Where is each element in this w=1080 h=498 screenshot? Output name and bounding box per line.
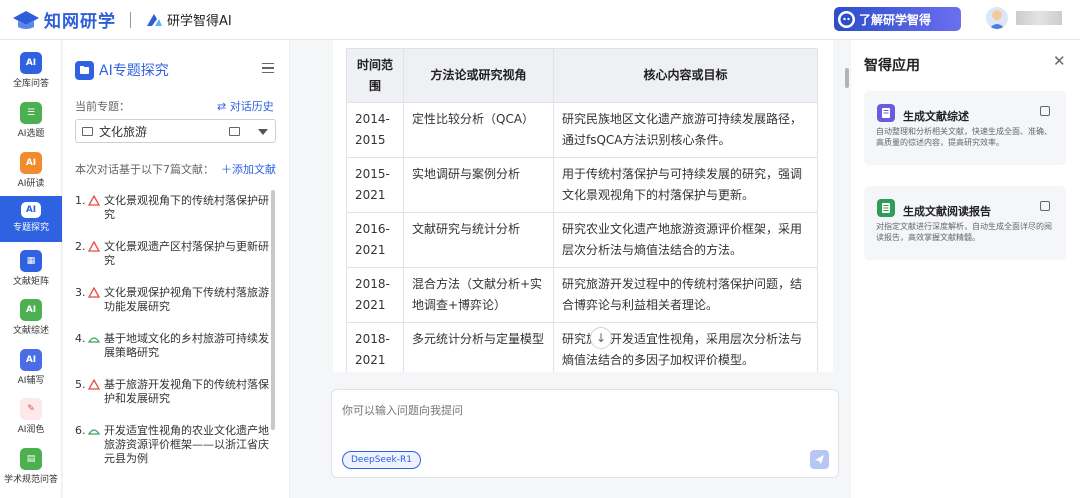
pdf-icon: [88, 241, 100, 252]
result-table: 时间范围 方法论或研究视角 核心内容或目标 2014-2015 定性比较分析（Q…: [346, 48, 818, 372]
main-content: 时间范围 方法论或研究视角 核心内容或目标 2014-2015 定性比较分析（Q…: [290, 40, 850, 498]
scrollbar[interactable]: [845, 68, 849, 88]
close-icon[interactable]: ✕: [1053, 52, 1066, 70]
report-icon: [877, 199, 895, 217]
list-item[interactable]: 5. 基于旅游开发视角下的传统村落保护和发展研究: [75, 378, 269, 406]
username-redacted: [1016, 11, 1062, 25]
document-icon: [877, 104, 895, 122]
edit-icon[interactable]: [1040, 201, 1050, 211]
nav-item-topic-explore[interactable]: AI 专题探究: [0, 196, 62, 242]
nav-item-reading[interactable]: AI AI研读: [0, 152, 62, 196]
pdf-icon: [88, 287, 100, 298]
robot-icon: [838, 10, 855, 28]
nav-item-ai-polish[interactable]: ✎ AI润色: [0, 398, 62, 442]
pdf-icon: [88, 379, 100, 390]
folder-icon: [75, 60, 94, 80]
topic-select[interactable]: 文化旅游: [75, 119, 276, 143]
topic-panel: AI专题探究 当前专题： ⇄ 对话历史 文化旅游 本次对话基于以下7篇文献： ＋…: [63, 40, 290, 498]
list-item[interactable]: 3. 文化景观保护视角下传统村落旅游功能发展研究: [75, 286, 269, 314]
grid-icon: ▦: [20, 250, 42, 272]
send-button[interactable]: [810, 450, 829, 469]
scroll-down-button[interactable]: ↓: [590, 327, 612, 349]
left-nav: AI 全库问答 ☰ AI选题 AI AI研读 AI 专题探究 ▦ 文献矩阵 AI…: [0, 40, 62, 498]
app-title: 生成文献综述: [903, 110, 969, 123]
question-input[interactable]: [342, 400, 802, 420]
learn-more-label: 了解研学智得: [859, 12, 932, 27]
polish-icon: ✎: [20, 398, 42, 420]
brand-name: 知网研学: [44, 12, 116, 32]
document-icon: [88, 429, 100, 435]
list-item[interactable]: 6. 开发适宜性视角的农业文化遗产地旅游资源评价框架——以浙江省庆元县为例: [75, 424, 269, 466]
list-item[interactable]: 4. 基于地域文化的乡村旅游可持续发展策略研究: [75, 332, 269, 360]
top-header: 知网研学 研学智得AI 了解研学智得: [0, 0, 1080, 40]
ai-reading-icon: AI: [20, 152, 42, 174]
column-header: 时间范围: [346, 48, 404, 103]
brand-divider: [130, 11, 131, 28]
history-link[interactable]: ⇄ 对话历史: [217, 98, 274, 114]
topic-panel-title: AI专题探究: [99, 63, 169, 79]
learn-more-button[interactable]: 了解研学智得: [834, 7, 961, 31]
app-description: 自动整理和分析相关文献，快速生成全面、准确、高质量的综述内容，提高研究效率。: [876, 127, 1052, 147]
nav-item-literature-matrix[interactable]: ▦ 文献矩阵: [0, 250, 62, 294]
ai-logo-icon: [147, 13, 162, 26]
add-literature-link[interactable]: ＋添加文献: [221, 161, 276, 177]
table-row: 2016-2021 文献研究与统计分析 研究农业文化遗产地旅游资源评价框架，采用…: [346, 212, 818, 268]
app-description: 对指定文献进行深度解析，自动生成全面详尽的阅读报告，高效掌握文献精髓。: [876, 222, 1052, 242]
edit-icon[interactable]: [1040, 106, 1050, 116]
table-row: 2018-2021 混合方法（文献分析+实地调查+博弈论） 研究旅游开发过程中的…: [346, 267, 818, 323]
chevron-down-icon[interactable]: [258, 129, 268, 135]
table-header-row: 时间范围 方法论或研究视角 核心内容或目标: [346, 48, 818, 103]
app-card-reading-report[interactable]: 生成文献阅读报告 对指定文献进行深度解析，自动生成全面详尽的阅读报告，高效掌握文…: [864, 186, 1066, 260]
topic-explore-icon: AI: [21, 202, 41, 218]
graduation-cap-icon: [13, 10, 39, 29]
nav-item-ai-writing[interactable]: AI AI辅写: [0, 349, 62, 393]
arrow-down-icon: ↓: [595, 331, 607, 345]
app-title: 生成文献阅读报告: [903, 205, 991, 218]
norms-icon: ▤: [20, 448, 42, 470]
sub-brand-name: 研学智得AI: [167, 14, 232, 29]
table-row: 2018-2021 多元统计分析与定量模型 研究旅游开发适宜性视角，采用层次分析…: [346, 322, 818, 372]
scrollbar[interactable]: [271, 190, 275, 430]
folder-open-icon[interactable]: [229, 127, 240, 136]
review-icon: AI: [20, 299, 42, 321]
send-icon: [815, 455, 824, 464]
pdf-icon: [88, 195, 100, 206]
column-header: 方法论或研究视角: [403, 48, 554, 103]
nav-item-topic-select[interactable]: ☰ AI选题: [0, 102, 62, 146]
topic-select-icon: ☰: [20, 102, 42, 124]
chat-box: DeepSeek-R1: [331, 389, 839, 478]
nav-item-academic-norms[interactable]: ▤ 学术规范问答: [0, 448, 62, 492]
list-item[interactable]: 2. 文化景观遗产区村落保护与更新研究: [75, 240, 269, 268]
app-card-review[interactable]: 生成文献综述 自动整理和分析相关文献，快速生成全面、准确、高质量的综述内容，提高…: [864, 91, 1066, 165]
ai-writing-icon: AI: [20, 349, 42, 371]
collapse-menu-icon[interactable]: [262, 63, 274, 74]
list-item[interactable]: 1. 文化景观视角下的传统村落保护研究: [75, 194, 269, 222]
topic-panel-header: AI专题探究: [75, 60, 169, 80]
avatar[interactable]: [986, 7, 1008, 29]
table-row: 2015-2021 实地调研与案例分析 用于传统村落保护与可持续发展的研究，强调…: [346, 157, 818, 213]
current-topic-label: 当前专题：: [75, 100, 130, 113]
ai-qa-icon: AI: [20, 52, 42, 74]
nav-item-qa[interactable]: AI 全库问答: [0, 52, 62, 96]
table-row: 2014-2015 定性比较分析（QCA） 研究民族地区文化遗产旅游可持续发展路…: [346, 102, 818, 158]
right-panel: 智得应用 ✕ 生成文献综述 自动整理和分析相关文献，快速生成全面、准确、高质量的…: [845, 40, 1080, 498]
literature-count-label: 本次对话基于以下7篇文献：: [75, 163, 214, 176]
column-header: 核心内容或目标: [553, 48, 818, 103]
apps-title: 智得应用: [864, 58, 920, 74]
brand[interactable]: 知网研学: [12, 7, 116, 32]
model-selector[interactable]: DeepSeek-R1: [342, 451, 421, 469]
topic-select-value: 文化旅游: [99, 124, 148, 139]
result-card: 时间范围 方法论或研究视角 核心内容或目标 2014-2015 定性比较分析（Q…: [333, 40, 833, 372]
document-icon: [88, 337, 100, 343]
nav-item-literature-review[interactable]: AI 文献综述: [0, 299, 62, 343]
folder-icon: [82, 126, 93, 136]
